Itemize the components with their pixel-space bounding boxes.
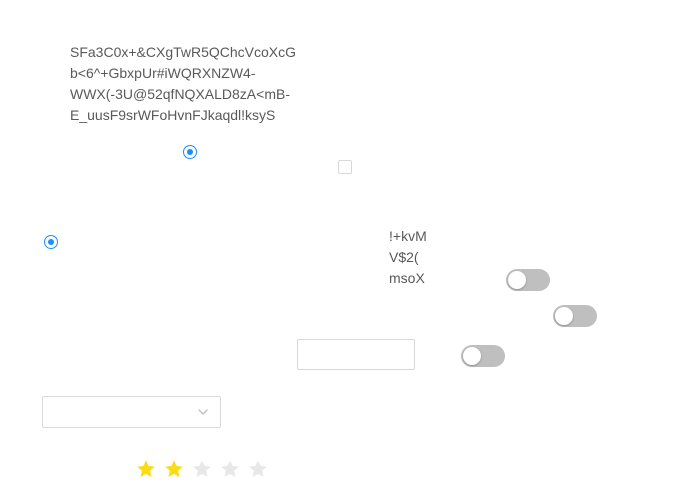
text-input[interactable] (297, 339, 415, 370)
toggle-switch[interactable] (506, 269, 550, 291)
switch-knob (555, 307, 573, 325)
star-filled-icon[interactable] (136, 459, 156, 479)
toggle-switch[interactable] (461, 345, 505, 367)
switch-knob (508, 271, 526, 289)
paragraph-text: SFa3C0x+&CXgTwR5QChcVcoXcG b<6^+GbxpUr#i… (70, 44, 297, 123)
star-filled-icon[interactable] (164, 459, 184, 479)
star-rating[interactable] (136, 459, 268, 479)
star-empty-icon[interactable] (192, 459, 212, 479)
switch-knob (463, 347, 481, 365)
radio-button[interactable] (44, 235, 58, 249)
radio-button[interactable] (183, 145, 197, 159)
star-empty-icon[interactable] (248, 459, 268, 479)
star-empty-icon[interactable] (220, 459, 240, 479)
select-dropdown[interactable] (42, 396, 221, 428)
toggle-switch[interactable] (553, 305, 597, 327)
paragraph-text-small: !+kvM V$2( msoX (389, 228, 427, 285)
chevron-down-icon (198, 409, 208, 415)
checkbox[interactable] (338, 160, 352, 174)
